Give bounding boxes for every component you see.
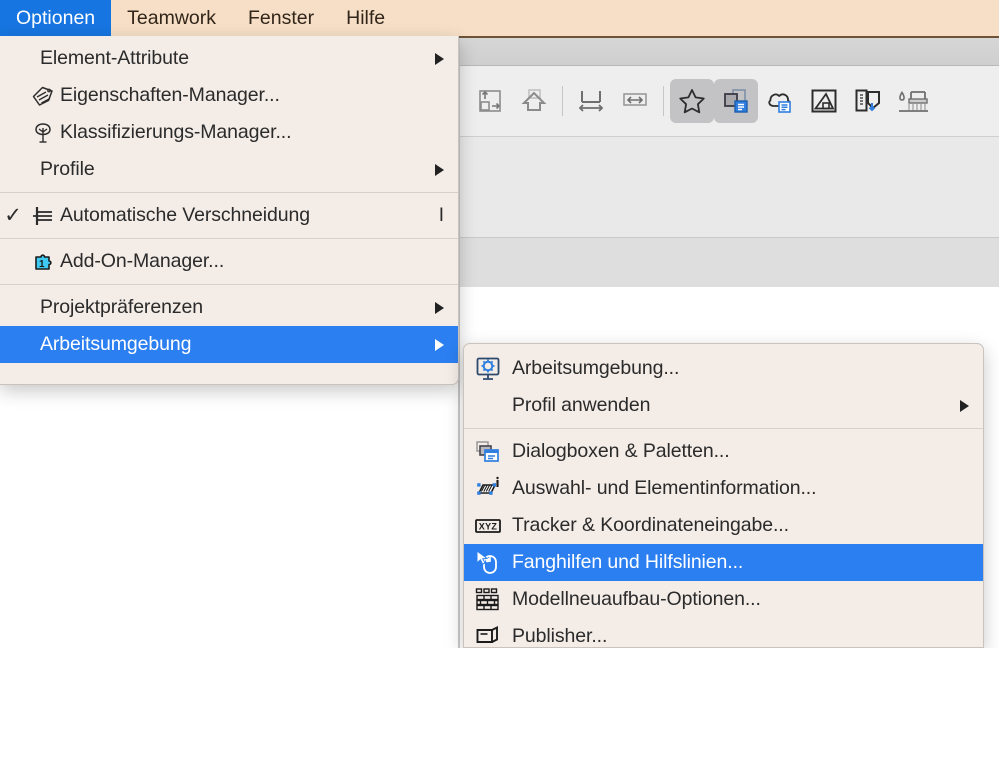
submenu-item-dialogboxen-paletten-label: Dialogboxen & Paletten...: [512, 440, 730, 462]
menu-item-automatische-verschneidung[interactable]: ✓ Automatische Verschneidung I: [0, 197, 458, 234]
menu-separator: [0, 238, 458, 239]
toolbar-middle-band: [460, 137, 999, 238]
submenu-item-arbeitsumgebung[interactable]: Arbeitsumgebung...: [464, 350, 983, 387]
brick-wall-icon: [464, 586, 512, 614]
puzzle-icon: 1: [26, 249, 60, 275]
toolbar-separator-1: [562, 86, 563, 116]
cloud-list-icon[interactable]: [758, 79, 802, 123]
menubar-item-hilfe-label: Hilfe: [346, 6, 386, 29]
menubar: Optionen Teamwork Fenster Hilfe: [0, 0, 401, 36]
chevron-right-icon: [435, 52, 444, 65]
horizontal-dimension-icon[interactable]: [613, 79, 657, 123]
menu-item-klassifizierungs-manager-label: Klassifizierungs-Manager...: [60, 121, 292, 143]
submenu-item-arbeitsumgebung-label: Arbeitsumgebung...: [512, 357, 680, 379]
menu-item-klassifizierungs-manager[interactable]: Klassifizierungs-Manager...: [0, 114, 458, 151]
intersection-icon: [26, 203, 60, 229]
toolbar-lower-band: [460, 238, 999, 287]
selection-info-icon: [464, 475, 512, 503]
paint-roller-icon[interactable]: [890, 79, 934, 123]
submenu-item-profil-anwenden[interactable]: Profil anwenden: [464, 387, 983, 424]
menu-item-add-on-manager-label: Add-On-Manager...: [60, 250, 225, 272]
menubar-item-teamwork[interactable]: Teamwork: [111, 0, 232, 36]
menubar-item-optionen-label: Optionen: [16, 6, 96, 29]
submenu-item-modellneuaufbau-optionen-label: Modellneuaufbau-Optionen...: [512, 588, 761, 610]
submenu-item-profil-anwenden-label: Profil anwenden: [512, 394, 651, 416]
chevron-right-icon: [435, 163, 444, 176]
submenu-item-modellneuaufbau-optionen[interactable]: Modellneuaufbau-Optionen...: [464, 581, 983, 618]
submenu-separator: [464, 428, 983, 429]
xyz-tracker-icon: XYZ: [464, 513, 512, 539]
toolbar: [460, 66, 999, 136]
toolbar-upper-band: [460, 38, 999, 66]
mouse-snap-icon: [464, 549, 512, 577]
svg-text:XYZ: XYZ: [479, 521, 498, 531]
arbeitsumgebung-submenu: Arbeitsumgebung... Profil anwenden Dialo…: [463, 343, 984, 648]
chevron-right-icon: [435, 301, 444, 314]
section-view-icon[interactable]: [802, 79, 846, 123]
menu-item-projektpraeferenzen-label: Projektpräferenzen: [40, 296, 203, 318]
menu-item-shortcut: I: [438, 204, 444, 226]
submenu-item-dialogboxen-paletten[interactable]: Dialogboxen & Paletten...: [464, 433, 983, 470]
tree-icon: [26, 120, 60, 146]
menu-item-profile-label: Profile: [40, 158, 95, 180]
element-settings-icon[interactable]: [714, 79, 758, 123]
publisher-icon: [464, 623, 512, 648]
toolbar-separator-2: [663, 86, 664, 116]
submenu-item-tracker-koordinateneingabe[interactable]: XYZ Tracker & Koordinateneingabe...: [464, 507, 983, 544]
submenu-item-publisher-label: Publisher...: [512, 625, 608, 647]
screenshot-bottom-crop: [0, 648, 999, 767]
optionen-dropdown-menu: Element-Attribute Eigenschaften-Manager.…: [0, 36, 459, 385]
vertical-dimension-icon[interactable]: [569, 79, 613, 123]
menu-item-projektpraeferenzen[interactable]: Projektpräferenzen: [0, 289, 458, 326]
submenu-item-fanghilfen-hilfslinien-label: Fanghilfen und Hilfslinien...: [512, 551, 744, 573]
submenu-item-tracker-koordinateneingabe-label: Tracker & Koordinateneingabe...: [512, 514, 789, 536]
submenu-item-auswahl-elementinformation[interactable]: Auswahl- und Elementinformation...: [464, 470, 983, 507]
home-view-icon[interactable]: [512, 79, 556, 123]
menubar-item-teamwork-label: Teamwork: [127, 6, 217, 29]
tag-icon: [26, 83, 60, 109]
submenu-item-fanghilfen-hilfslinien[interactable]: Fanghilfen und Hilfslinien...: [464, 544, 983, 581]
menubar-item-hilfe[interactable]: Hilfe: [330, 0, 401, 36]
svg-text:1: 1: [39, 259, 45, 270]
menu-item-element-attribute-label: Element-Attribute: [40, 47, 189, 69]
fit-in-window-icon[interactable]: [468, 79, 512, 123]
menu-item-eigenschaften-manager-label: Eigenschaften-Manager...: [60, 84, 280, 106]
menu-item-automatische-verschneidung-label: Automatische Verschneidung: [60, 204, 310, 226]
favorites-star-icon[interactable]: [670, 79, 714, 123]
menu-item-eigenschaften-manager[interactable]: Eigenschaften-Manager...: [0, 77, 458, 114]
menubar-item-optionen[interactable]: Optionen: [0, 0, 112, 36]
menu-item-profile[interactable]: Profile: [0, 151, 458, 188]
workspace-monitor-icon: [464, 355, 512, 383]
menu-item-element-attribute[interactable]: Element-Attribute: [0, 40, 458, 77]
checkmark-icon: ✓: [4, 204, 22, 227]
menu-item-arbeitsumgebung-label: Arbeitsumgebung: [40, 333, 192, 355]
info-edit-icon[interactable]: [846, 79, 890, 123]
submenu-item-auswahl-elementinformation-label: Auswahl- und Elementinformation...: [512, 477, 817, 499]
chevron-right-icon: [960, 399, 969, 412]
menu-separator: [0, 284, 458, 285]
dialog-palettes-icon: [464, 438, 512, 466]
submenu-item-publisher[interactable]: Publisher...: [464, 618, 983, 648]
menubar-item-fenster-label: Fenster: [248, 6, 315, 29]
menu-separator: [0, 192, 458, 193]
chevron-right-icon: [435, 338, 444, 351]
menubar-item-fenster[interactable]: Fenster: [232, 0, 330, 36]
menu-item-arbeitsumgebung[interactable]: Arbeitsumgebung: [0, 326, 458, 363]
menu-item-add-on-manager[interactable]: 1 Add-On-Manager...: [0, 243, 458, 280]
